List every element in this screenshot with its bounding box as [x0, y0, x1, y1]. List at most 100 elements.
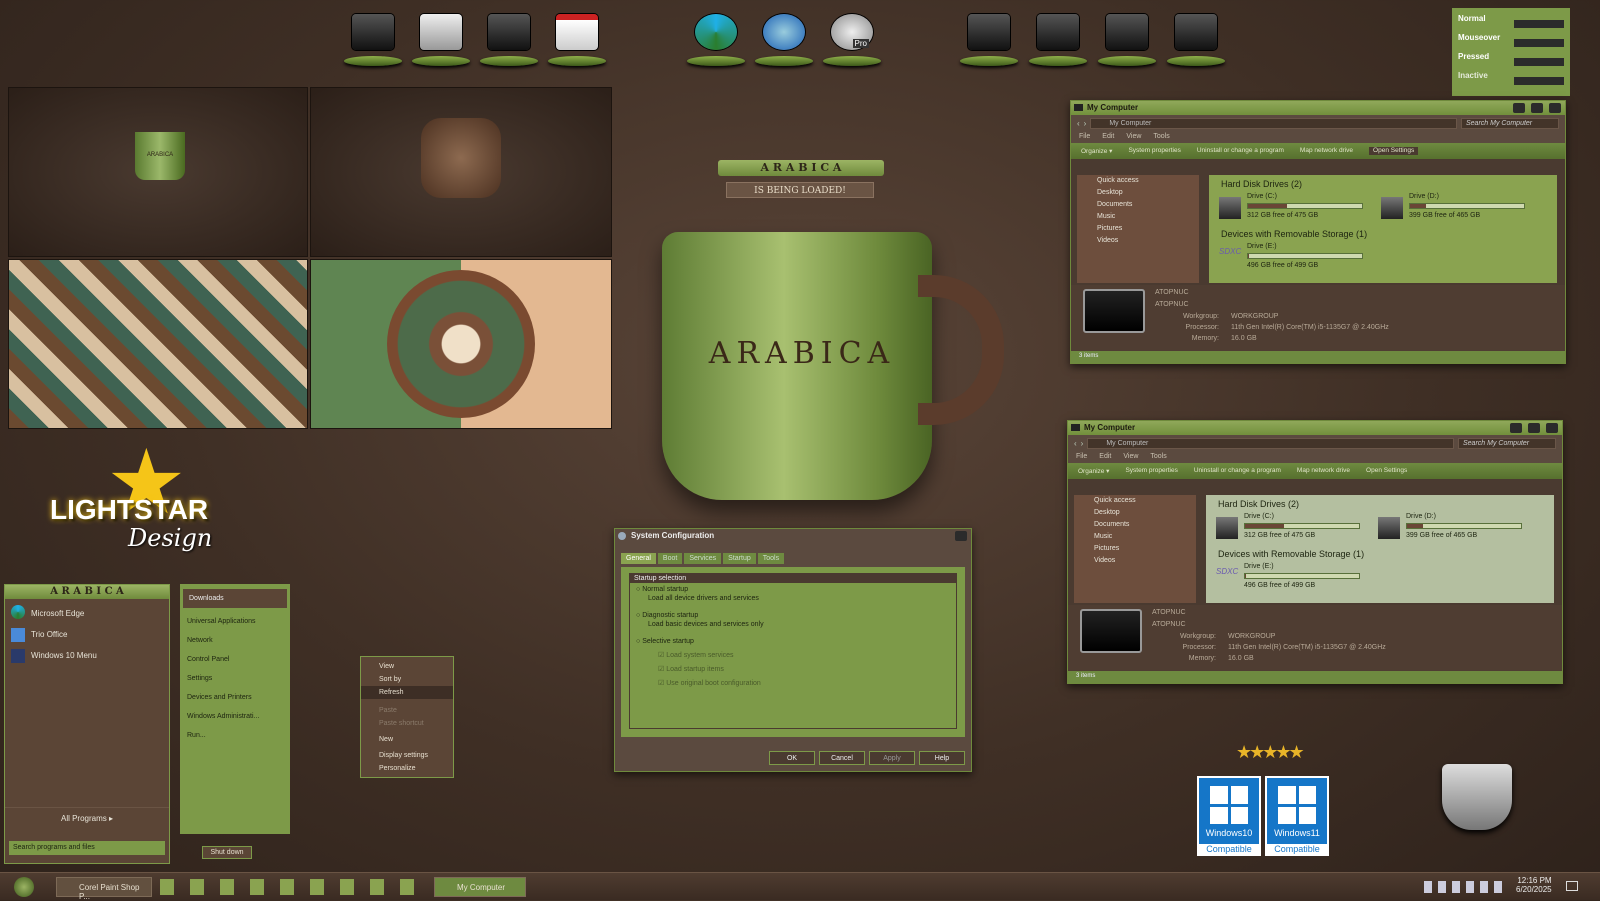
start-run[interactable]: Run...	[181, 726, 289, 745]
context-menu[interactable]: View Sort by Refresh Paste Paste shortcu…	[360, 656, 454, 778]
system-tray[interactable]	[1424, 881, 1508, 893]
start-devices-printers[interactable]: Devices and Printers	[181, 688, 289, 707]
ctx-refresh[interactable]: Refresh	[361, 686, 453, 699]
tab-boot[interactable]: Boot	[657, 553, 683, 564]
pro-icon[interactable]: Pro	[821, 10, 883, 66]
nav-videos[interactable]: Videos	[1077, 235, 1199, 247]
radio-normal[interactable]: ○ Normal startup	[630, 583, 956, 593]
edge-icon[interactable]	[685, 10, 747, 66]
nav-quick-access[interactable]: Quick access	[1077, 175, 1199, 187]
address-bar[interactable]: My Computer	[1087, 437, 1454, 449]
close-button[interactable]	[1546, 423, 1558, 433]
cancel-button[interactable]: Cancel	[819, 751, 865, 765]
start-universal-apps[interactable]: Universal Applications	[181, 612, 289, 631]
system-properties-button[interactable]: System properties	[1125, 467, 1177, 475]
preview-skull-mug[interactable]	[310, 87, 612, 257]
start-network[interactable]: Network	[181, 631, 289, 650]
drive-icon[interactable]	[1096, 10, 1158, 66]
sysconfig-titlebar[interactable]: System Configuration	[615, 529, 971, 543]
explorer-window-inactive[interactable]: My Computer ‹ › My Computer Search My Compu…	[1067, 420, 1563, 684]
forward-icon[interactable]: ›	[1084, 119, 1087, 128]
drive-d[interactable]: Drive (D:) 399 GB free of 465 GB	[1381, 193, 1533, 223]
explorer-titlebar[interactable]: My Computer	[1071, 101, 1565, 115]
preview-coffee-plate[interactable]	[310, 259, 612, 429]
start-menu-right[interactable]: Downloads Universal Applications Network…	[180, 584, 290, 834]
nav-pictures[interactable]: Pictures	[1074, 543, 1196, 555]
menu-edit[interactable]: Edit	[1099, 453, 1111, 461]
tab-tools[interactable]: Tools	[757, 553, 785, 564]
organize-button[interactable]: Organize ▾	[1078, 467, 1109, 475]
clock[interactable]: 12:16 PM 6/20/2025	[1516, 876, 1552, 894]
opt-system-services[interactable]: ☑ Load system services	[630, 645, 956, 659]
drive-e[interactable]: SDXC Drive (E:) 496 GB free of 499 GB	[1216, 563, 1364, 593]
apply-button[interactable]: Apply	[869, 751, 915, 765]
menu-edit[interactable]: Edit	[1102, 133, 1114, 141]
close-button[interactable]	[955, 531, 967, 541]
drive-d[interactable]: Drive (D:) 399 GB free of 465 GB	[1378, 513, 1530, 543]
menu-view[interactable]: View	[1123, 453, 1138, 461]
start-windows-admin[interactable]: Windows Administrati...	[181, 707, 289, 726]
menu-tools[interactable]: Tools	[1153, 133, 1169, 141]
radio-diagnostic[interactable]: ○ Diagnostic startup	[630, 606, 956, 619]
taskbar-my-computer[interactable]: My Computer	[434, 877, 526, 897]
back-icon[interactable]: ‹	[1074, 439, 1077, 448]
explorer-window-active[interactable]: My Computer ‹ › My Computer Search My Compu…	[1070, 100, 1566, 364]
close-button[interactable]	[1549, 103, 1561, 113]
opt-original-boot[interactable]: ☑ Use original boot configuration	[630, 673, 956, 687]
preview-green-mug[interactable]: ARABICA	[8, 87, 308, 257]
nav-pictures[interactable]: Pictures	[1077, 223, 1199, 235]
start-downloads[interactable]: Downloads	[183, 589, 287, 608]
menu-tools[interactable]: Tools	[1150, 453, 1166, 461]
start-control-panel[interactable]: Control Panel	[181, 650, 289, 669]
back-icon[interactable]: ‹	[1077, 119, 1080, 128]
taskbar-corel[interactable]: Corel Paint Shop P...	[56, 877, 152, 901]
ctx-display-settings[interactable]: Display settings	[361, 746, 453, 762]
start-settings[interactable]: Settings	[181, 669, 289, 688]
ctx-paste-shortcut[interactable]: Paste shortcut	[361, 717, 453, 730]
start-menu-left[interactable]: A R A B I C A Microsoft Edge Trio Office…	[4, 584, 170, 864]
start-search-input[interactable]: Search programs and files	[9, 841, 165, 855]
system-configuration-dialog[interactable]: System Configuration General Boot Servic…	[614, 528, 972, 772]
shutdown-button[interactable]: Shut down	[202, 846, 252, 859]
thunderbird-icon[interactable]	[753, 10, 815, 66]
forward-icon[interactable]: ›	[1081, 439, 1084, 448]
organize-button[interactable]: Organize ▾	[1081, 147, 1112, 155]
maximize-button[interactable]	[1531, 103, 1543, 113]
menu-view[interactable]: View	[1126, 133, 1141, 141]
ctx-personalize[interactable]: Personalize	[361, 762, 453, 775]
drive-icon[interactable]	[958, 10, 1020, 66]
uninstall-button[interactable]: Uninstall or change a program	[1194, 467, 1281, 475]
uninstall-button[interactable]: Uninstall or change a program	[1197, 147, 1284, 155]
nav-desktop[interactable]: Desktop	[1074, 507, 1196, 519]
drive-icon[interactable]	[1027, 10, 1089, 66]
nav-music[interactable]: Music	[1074, 531, 1196, 543]
nav-documents[interactable]: Documents	[1074, 519, 1196, 531]
search-input[interactable]: Search My Computer	[1458, 437, 1556, 449]
nav-quick-access[interactable]: Quick access	[1074, 495, 1196, 507]
explorer-titlebar[interactable]: My Computer	[1068, 421, 1562, 435]
desktop-icon-document[interactable]	[410, 10, 472, 66]
nav-videos[interactable]: Videos	[1074, 555, 1196, 567]
minimize-button[interactable]	[1513, 103, 1525, 113]
taskbar-pinned-icons[interactable]	[160, 879, 420, 895]
ctx-paste[interactable]: Paste	[361, 699, 453, 717]
ctx-sort-by[interactable]: Sort by	[361, 673, 453, 686]
drive-icon[interactable]	[1165, 10, 1227, 66]
pinned-edge[interactable]: Microsoft Edge	[5, 599, 169, 624]
system-properties-button[interactable]: System properties	[1128, 147, 1180, 155]
drive-c[interactable]: Drive (C:) 312 GB free of 475 GB	[1216, 513, 1364, 543]
nav-documents[interactable]: Documents	[1077, 199, 1199, 211]
address-bar[interactable]: My Computer	[1090, 117, 1457, 129]
ctx-view[interactable]: View	[361, 660, 453, 673]
open-settings-button[interactable]: Open Settings	[1366, 467, 1407, 475]
search-input[interactable]: Search My Computer	[1461, 117, 1559, 129]
minimize-button[interactable]	[1510, 423, 1522, 433]
nav-desktop[interactable]: Desktop	[1077, 187, 1199, 199]
preview-floral-pattern[interactable]	[8, 259, 308, 429]
all-programs-button[interactable]: All Programs ▸	[5, 807, 169, 823]
notification-icon[interactable]	[1566, 881, 1578, 891]
recycle-bin-icon[interactable]	[1442, 764, 1512, 830]
tab-services[interactable]: Services	[684, 553, 722, 564]
pinned-trio-office[interactable]: Trio Office	[5, 624, 169, 645]
map-drive-button[interactable]: Map network drive	[1300, 147, 1353, 155]
